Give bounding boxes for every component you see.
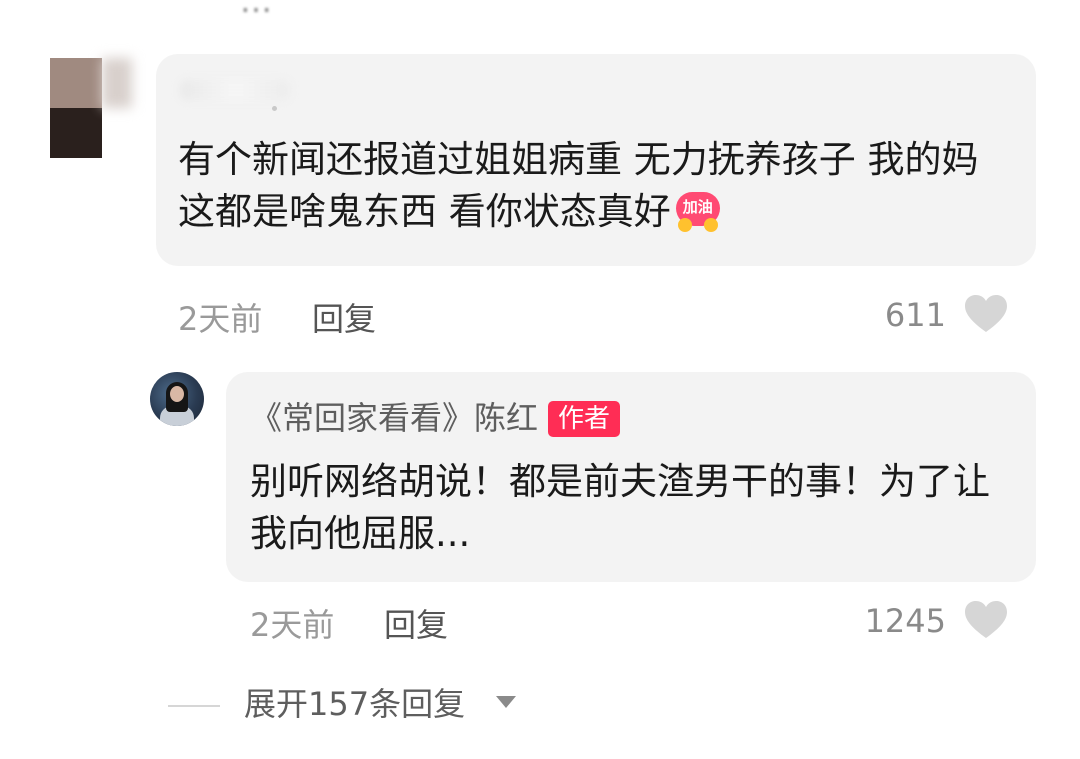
reply-reply-button[interactable]: 回复 [384, 600, 448, 646]
chevron-down-icon[interactable] [496, 696, 516, 708]
jiayou-emoji-icon: 加油 [673, 190, 723, 232]
reply-like-heart-icon[interactable] [964, 600, 1008, 640]
comment-bubble[interactable]: 有个新闻还报道过姐姐病重 无力抚养孩子 我的妈 这都是啥鬼东西 看你状态真好 加油 [156, 54, 1036, 266]
reply-text: 别听网络胡说！都是前夫渣男干的事！为了让我向他屈服... [250, 460, 990, 555]
expand-divider [168, 705, 220, 707]
expand-replies-button[interactable]: 展开157条回复 [244, 684, 465, 724]
like-count: 611 [884, 296, 946, 334]
comment-text: 有个新闻还报道过姐姐病重 无力抚养孩子 我的妈 这都是啥鬼东西 看你状态真好 加油 [178, 134, 1008, 238]
jiayou-emoji-text: 加油 [682, 198, 713, 216]
author-badge: 作者 [548, 401, 621, 437]
reply-like-count: 1245 [864, 602, 946, 640]
blurred-username [180, 80, 290, 100]
avatar[interactable] [48, 56, 132, 160]
reply-button[interactable]: 回复 [312, 294, 376, 340]
blurred-dot [272, 106, 277, 111]
clipped-previous-text: … [240, 0, 274, 20]
reply-bubble[interactable]: 《常回家看看》陈红 作者 别听网络胡说！都是前夫渣男干的事！为了让我向他屈服... [226, 372, 1036, 582]
reply-time: 2天前 [250, 606, 335, 644]
like-heart-icon[interactable] [964, 294, 1008, 334]
comment-time: 2天前 [178, 300, 263, 338]
reply-author-name[interactable]: 《常回家看看》陈红 [250, 399, 538, 437]
author-avatar[interactable] [150, 372, 204, 426]
comment-body: 有个新闻还报道过姐姐病重 无力抚养孩子 我的妈 这都是啥鬼东西 看你状态真好 [178, 138, 979, 233]
reply-author-line: 《常回家看看》陈红 作者 [250, 398, 621, 438]
